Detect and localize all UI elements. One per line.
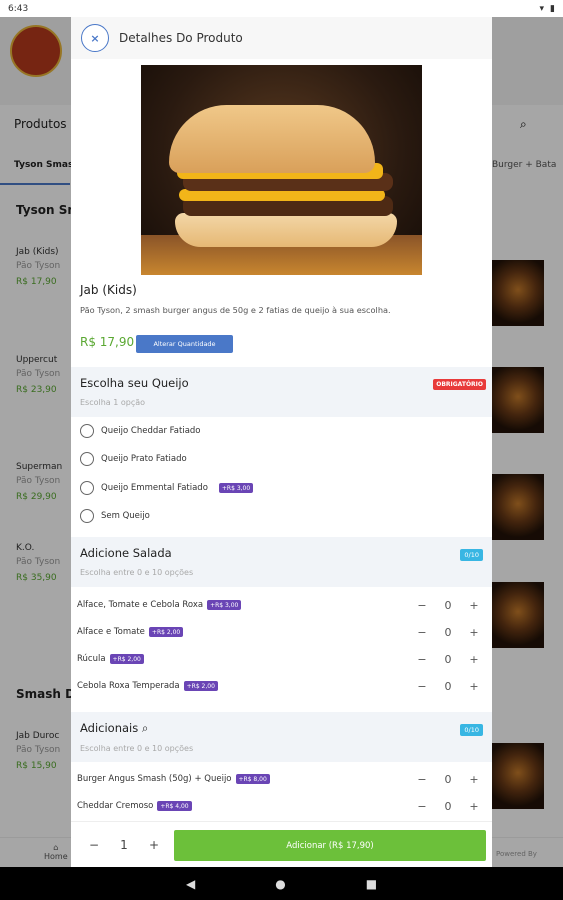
product-name: Jab (Kids) xyxy=(80,283,137,297)
group-title: Escolha seu Queijo xyxy=(80,376,189,390)
plus-button[interactable]: + xyxy=(461,800,487,813)
quantity-value: 0 xyxy=(444,799,452,813)
footer-quantity-stepper: − 1 + xyxy=(79,838,169,852)
option-label: Alface, Tomate e Cebola Roxa xyxy=(77,600,204,610)
product-details-modal: × Detalhes Do Produto Jab (Kids) Pão Tys… xyxy=(71,17,492,867)
option-label: Cheddar Cremoso xyxy=(77,801,154,811)
plus-button[interactable]: + xyxy=(139,838,169,852)
quantity-value: 1 xyxy=(120,837,128,852)
modal-header: × Detalhes Do Produto xyxy=(71,17,492,59)
product-price: R$ 17,90 xyxy=(80,335,135,349)
quantity-stepper: − 0 + xyxy=(409,800,487,813)
group-subtitle: Escolha entre 0 e 10 opções xyxy=(80,744,194,753)
price-badge: +R$ 2,00 xyxy=(148,627,184,637)
counter-option: Cheddar Cremoso +R$ 4,00 − 0 + xyxy=(77,796,487,816)
back-icon[interactable]: ◀ xyxy=(186,877,195,891)
price-badge: +R$ 8,00 xyxy=(235,774,270,784)
minus-button[interactable]: − xyxy=(409,680,435,693)
radio-option[interactable]: Queijo Prato Fatiado xyxy=(80,449,187,469)
option-label: Queijo Emmental Fatiado xyxy=(101,483,208,493)
minus-button[interactable]: − xyxy=(409,653,435,666)
recents-icon[interactable]: ■ xyxy=(366,877,377,891)
group-header-cheese: Escolha seu Queijo Escolha 1 opção OBRIG… xyxy=(71,367,492,417)
quantity-stepper: − 0 + xyxy=(409,599,487,612)
status-time: 6:43 xyxy=(8,3,29,14)
quantity-value: 0 xyxy=(444,598,452,612)
counter-option: Burger Angus Smash (50g) + Queijo +R$ 8,… xyxy=(77,769,487,789)
price-badge: +R$ 2,00 xyxy=(109,654,144,664)
price-badge: +R$ 2,00 xyxy=(183,681,218,691)
option-label: Queijo Cheddar Fatiado xyxy=(101,426,201,436)
minus-button[interactable]: − xyxy=(79,838,109,852)
radio-option[interactable]: Sem Queijo xyxy=(80,506,150,526)
change-quantity-button[interactable]: Alterar Quantidade xyxy=(136,335,233,353)
counter-option: Alface e Tomate +R$ 2,00 − 0 + xyxy=(77,622,487,642)
home-circle-icon[interactable]: ● xyxy=(275,877,285,891)
radio-option[interactable]: Queijo Cheddar Fatiado xyxy=(80,421,201,441)
search-icon: ⌕ xyxy=(141,721,149,735)
radio-icon[interactable] xyxy=(80,481,94,495)
plus-button[interactable]: + xyxy=(461,653,487,666)
counter-option: Alface, Tomate e Cebola Roxa +R$ 3,00 − … xyxy=(77,595,487,615)
option-label: Rúcula xyxy=(77,654,106,664)
minus-button[interactable]: − xyxy=(409,773,435,786)
image-bun-bottom xyxy=(175,213,397,247)
quantity-stepper: − 0 + xyxy=(409,680,487,693)
option-label: Burger Angus Smash (50g) + Queijo xyxy=(77,774,232,784)
minus-button[interactable]: − xyxy=(409,800,435,813)
group-header-salad: Adicione Salada Escolha entre 0 e 10 opç… xyxy=(71,537,492,587)
radio-icon[interactable] xyxy=(80,452,94,466)
image-bun-top xyxy=(169,105,375,173)
radio-icon[interactable] xyxy=(80,424,94,438)
plus-button[interactable]: + xyxy=(461,680,487,693)
add-to-cart-button[interactable]: Adicionar (R$ 17,90) xyxy=(174,830,486,861)
wifi-icon: ▾ xyxy=(539,3,545,14)
option-label: Cebola Roxa Temperada xyxy=(77,681,180,691)
minus-button[interactable]: − xyxy=(409,626,435,639)
price-badge: +R$ 4,00 xyxy=(157,801,192,811)
battery-icon: ▮ xyxy=(550,3,555,14)
modal-footer: − 1 + Adicionar (R$ 17,90) xyxy=(71,821,492,867)
quantity-value: 0 xyxy=(444,679,452,693)
counter-option: Cebola Roxa Temperada +R$ 2,00 − 0 + xyxy=(77,676,487,696)
quantity-value: 0 xyxy=(444,652,452,666)
group-header-extras: Adicionais ⌕ Escolha entre 0 e 10 opções… xyxy=(71,712,492,762)
group-subtitle: Escolha 1 opção xyxy=(80,398,146,407)
plus-button[interactable]: + xyxy=(461,626,487,639)
minus-button[interactable]: − xyxy=(409,599,435,612)
quantity-value: 0 xyxy=(444,625,452,639)
price-badge: +R$ 3,00 xyxy=(218,483,254,493)
quantity-stepper: − 0 + xyxy=(409,653,487,666)
required-badge: OBRIGATÓRIO xyxy=(433,379,486,390)
close-icon: × xyxy=(90,31,100,45)
group-title: Adicione Salada xyxy=(80,546,172,560)
option-label: Queijo Prato Fatiado xyxy=(101,454,187,464)
close-button[interactable]: × xyxy=(81,24,109,52)
counter-option: Rúcula +R$ 2,00 − 0 + xyxy=(77,649,487,669)
group-title-text: Adicionais xyxy=(80,721,139,735)
plus-button[interactable]: + xyxy=(461,599,487,612)
radio-icon[interactable] xyxy=(80,509,94,523)
product-description: Pão Tyson, 2 smash burger angus de 50g e… xyxy=(80,305,391,315)
count-badge: 0/10 xyxy=(460,549,483,561)
group-subtitle: Escolha entre 0 e 10 opções xyxy=(80,568,194,577)
modal-title: Detalhes Do Produto xyxy=(119,31,243,45)
quantity-stepper: − 0 + xyxy=(409,626,487,639)
status-bar: 6:43 ▾ ▮ xyxy=(0,0,563,17)
quantity-value: 0 xyxy=(444,772,452,786)
system-nav-bar: ◀ ● ■ xyxy=(0,867,563,900)
group-title: Adicionais ⌕ xyxy=(80,721,483,736)
option-label: Sem Queijo xyxy=(101,511,150,521)
price-badge: +R$ 3,00 xyxy=(207,600,242,610)
count-badge: 0/10 xyxy=(460,724,483,736)
quantity-stepper: − 0 + xyxy=(409,773,487,786)
option-label: Alface e Tomate xyxy=(77,627,145,637)
product-image xyxy=(141,65,422,275)
plus-button[interactable]: + xyxy=(461,773,487,786)
radio-option[interactable]: Queijo Emmental Fatiado +R$ 3,00 xyxy=(80,478,254,498)
